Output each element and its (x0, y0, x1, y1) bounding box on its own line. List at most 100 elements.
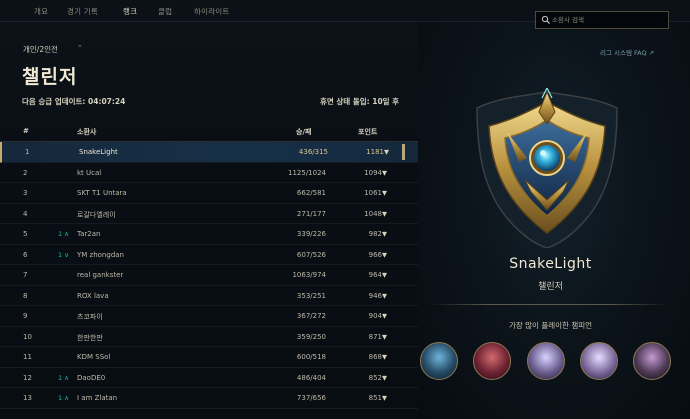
row-wins-losses: 1063/974 (292, 271, 326, 279)
table-row[interactable]: 3 SKT T1 Untara 662/581 1061 ▼ (0, 183, 418, 204)
row-summoner[interactable]: Tar2an (77, 230, 100, 238)
search-icon (541, 15, 551, 25)
row-points: 946 (368, 291, 382, 300)
row-rank: 8 (23, 291, 28, 300)
row-points: 1181 (366, 148, 384, 156)
table-row[interactable]: 1 SnakeLight 436/315 1181 ▼ (0, 142, 418, 163)
champion-1-icon[interactable] (420, 342, 458, 380)
points-arrow-icon: ▼ (382, 332, 387, 341)
points-arrow-icon: ▼ (382, 394, 387, 402)
row-points: 904 (368, 312, 382, 320)
row-points: 871 (368, 332, 382, 341)
champion-3-icon[interactable] (527, 342, 565, 380)
row-points: 1061 (364, 189, 382, 197)
row-rank: 7 (23, 271, 28, 279)
row-rank: 13 (23, 394, 32, 402)
row-summoner[interactable]: kt Ucal (77, 169, 101, 177)
table-row[interactable]: 4 로갈다엘레이 271/177 1048 ▼ (0, 204, 418, 224)
row-wins-losses: 359/250 (296, 332, 326, 341)
tab-highlights[interactable]: 하이라이트 (194, 6, 230, 17)
tab-clubs[interactable]: 클럽 (158, 6, 172, 17)
tab-overview[interactable]: 개요 (34, 6, 48, 17)
row-points: 851 (368, 394, 382, 402)
player-tier-row: 챌린저 (0, 279, 690, 292)
row-summoner[interactable]: 로갈다엘레이 (77, 210, 116, 220)
player-name: SnakeLight (509, 256, 592, 272)
row-change: 1 ∧ (58, 230, 69, 238)
points-arrow-icon: ▼ (382, 353, 387, 361)
table-row[interactable]: 5 1 ∧ Tar2an 339/226 982 ▼ (0, 224, 418, 245)
faq-link[interactable]: 리그 시스템 FAQ ↗ (600, 47, 654, 57)
row-wins-losses: 271/177 (296, 209, 326, 218)
table-row[interactable]: 11 KDM SSol 600/518 868 ▼ (0, 347, 418, 368)
row-wins-losses: 1125/1024 (288, 168, 326, 177)
queue-select[interactable]: 개인/2인전 (23, 44, 58, 55)
row-change: 1 ∧ (58, 394, 69, 402)
tab-rank[interactable]: 랭크 (120, 6, 140, 25)
player-tier: 챌린저 (538, 282, 563, 292)
col-summoner: 소환사 (77, 128, 97, 136)
row-summoner[interactable]: SKT T1 Untara (77, 189, 127, 197)
player-name-row: SnakeLight (0, 256, 690, 272)
row-summoner[interactable]: 한판한판 (77, 333, 103, 343)
row-rank: 10 (23, 332, 32, 341)
row-wins-losses: 353/251 (296, 291, 326, 300)
row-rank: 4 (23, 209, 28, 218)
row-points: 868 (368, 353, 382, 361)
champion-4-icon[interactable] (580, 342, 618, 380)
col-points: 포인트 (358, 128, 378, 136)
chevron-updown-icon[interactable]: ⌃ (77, 44, 83, 52)
next-update-text: 다음 승급 업데이트: 04:07:24 (22, 97, 126, 106)
points-arrow-icon: ▼ (382, 312, 387, 320)
row-summoner[interactable]: real gankster (77, 271, 123, 279)
row-points: 1094 (364, 168, 382, 177)
row-wins-losses: 486/404 (296, 373, 326, 382)
col-rank: # (23, 127, 29, 135)
table-row[interactable]: 12 1 ∧ DaoDE0 486/404 852 ▼ (0, 368, 418, 388)
ladder-panel: 개인/2인전 ⌃ 챌린저 다음 승급 업데이트: 04:07:24 휴면 상태 … (0, 22, 418, 419)
row-rank: 2 (23, 168, 28, 177)
scrollbar-thumb[interactable] (402, 144, 405, 160)
row-summoner[interactable]: DaoDE0 (77, 374, 105, 382)
table-header: # 소환사 승/패 포인트 (0, 120, 418, 142)
row-wins-losses: 600/518 (296, 353, 326, 361)
row-wins-losses: 737/656 (296, 394, 326, 402)
row-rank: 1 (25, 148, 30, 156)
row-rank: 12 (23, 373, 32, 382)
row-wins-losses: 436/315 (298, 148, 328, 156)
row-rank: 5 (23, 230, 28, 238)
search-input[interactable] (552, 13, 664, 27)
most-played-row: 가장 많이 플레이한 챔피언 (0, 320, 690, 331)
inactivity-text: 휴면 상태 돌입: 10일 후 (320, 97, 400, 106)
points-arrow-icon: ▼ (382, 373, 387, 382)
row-points: 852 (368, 373, 382, 382)
points-arrow-icon: ▼ (384, 148, 389, 156)
row-summoner[interactable]: SnakeLight (79, 148, 118, 156)
table-row[interactable]: 13 1 ∧ I am Zlatan 737/656 851 ▼ (0, 388, 418, 409)
row-wins-losses: 367/272 (296, 312, 326, 320)
row-points: 964 (368, 271, 382, 279)
row-rank: 3 (23, 189, 28, 197)
search-box[interactable] (535, 11, 669, 29)
points-arrow-icon: ▼ (382, 189, 387, 197)
points-arrow-icon: ▼ (382, 230, 387, 238)
points-arrow-icon: ▼ (382, 209, 387, 218)
champion-5-icon[interactable] (633, 342, 671, 380)
table-row[interactable]: 2 kt Ucal 1125/1024 1094 ▼ (0, 163, 418, 183)
row-rank: 9 (23, 312, 28, 320)
points-arrow-icon: ▼ (382, 168, 387, 177)
col-wins-losses: 승/패 (296, 128, 312, 136)
row-points: 982 (368, 230, 382, 238)
row-points: 1048 (364, 209, 382, 218)
champion-2-icon[interactable] (473, 342, 511, 380)
points-arrow-icon: ▼ (382, 271, 387, 279)
row-wins-losses: 339/226 (296, 230, 326, 238)
tab-match-history[interactable]: 경기 기록 (67, 6, 98, 17)
row-summoner[interactable]: I am Zlatan (77, 394, 117, 402)
divider (430, 304, 670, 305)
row-rank: 11 (23, 353, 32, 361)
challenger-emblem-icon (476, 88, 618, 248)
most-played-label: 가장 많이 플레이한 챔피언 (508, 321, 593, 330)
row-summoner[interactable]: KDM SSol (77, 353, 110, 361)
row-summoner[interactable]: ROX lava (77, 292, 109, 300)
